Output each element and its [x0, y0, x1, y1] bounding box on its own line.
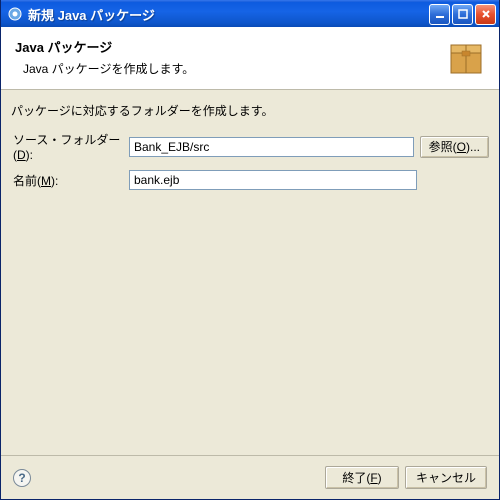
wizard-footer: ? 終了(F) キャンセル — [1, 455, 499, 499]
help-icon[interactable]: ? — [13, 469, 31, 487]
name-label: 名前(M): — [11, 172, 129, 189]
page-title: Java パッケージ — [15, 37, 445, 56]
titlebar: 新規 Java パッケージ — [1, 0, 499, 27]
cancel-button[interactable]: キャンセル — [405, 466, 487, 489]
app-icon — [7, 6, 23, 22]
package-icon — [445, 37, 487, 79]
window-title: 新規 Java パッケージ — [28, 5, 429, 24]
maximize-button[interactable] — [452, 4, 473, 25]
browse-button[interactable]: 参照(O)... — [420, 136, 489, 158]
name-row: 名前(M): — [11, 170, 489, 190]
instruction-text: パッケージに対応するフォルダーを作成します。 — [11, 102, 489, 119]
source-folder-row: ソース・フォルダー(D): 参照(O)... — [11, 131, 489, 162]
dialog-window: 新規 Java パッケージ Java パッケージ Java パッケージを作成しま… — [0, 0, 500, 500]
name-input[interactable] — [129, 170, 417, 190]
source-folder-label: ソース・フォルダー(D): — [11, 131, 129, 162]
source-folder-input[interactable] — [129, 137, 414, 157]
wizard-header: Java パッケージ Java パッケージを作成します。 — [1, 27, 499, 90]
wizard-content: パッケージに対応するフォルダーを作成します。 ソース・フォルダー(D): 参照(… — [1, 90, 499, 455]
finish-button[interactable]: 終了(F) — [325, 466, 399, 489]
close-button[interactable] — [475, 4, 496, 25]
minimize-button[interactable] — [429, 4, 450, 25]
window-controls — [429, 4, 496, 25]
page-subtitle: Java パッケージを作成します。 — [15, 60, 445, 77]
